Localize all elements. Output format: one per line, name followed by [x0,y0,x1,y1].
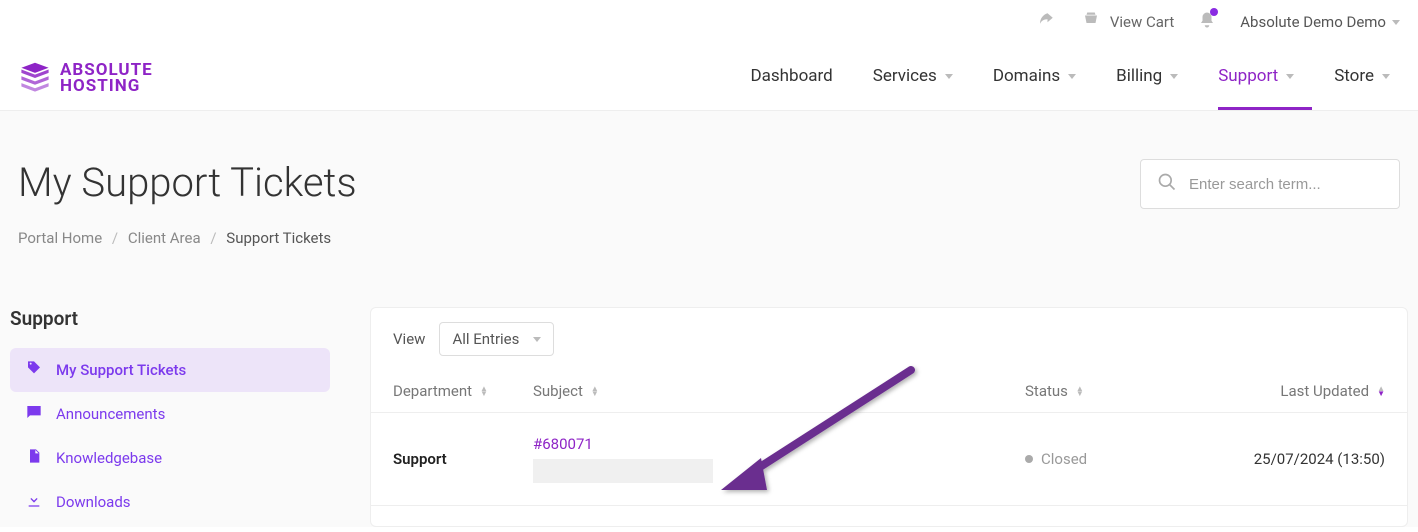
chat-icon [26,404,42,424]
chevron-down-icon [945,74,953,79]
main-navbar: ABSOLUTE HOSTING Dashboard Services Doma… [0,40,1418,111]
view-label: View [393,330,425,348]
page-title: My Support Tickets [18,159,357,206]
breadcrumb-client[interactable]: Client Area [128,229,201,247]
content-area: Support My Support Tickets Announcements… [0,277,1418,527]
col-department[interactable]: Department ▲▼ [393,382,533,400]
sidebar-item-downloads[interactable]: Downloads [10,480,330,524]
col-updated[interactable]: Last Updated ▲▼ [1195,382,1385,400]
share-icon[interactable] [1036,11,1056,33]
nav-store[interactable]: Store [1334,46,1390,110]
chevron-down-icon [533,337,541,342]
sidebar-item-tickets[interactable]: My Support Tickets [10,348,330,392]
sidebar-heading: Support [10,307,330,330]
table-row[interactable]: Support #680071 Closed 25/07/2024 (13:50… [371,413,1407,506]
sort-icon: ▲▼ [1377,386,1385,396]
nav-billing[interactable]: Billing [1116,46,1178,110]
user-menu[interactable]: Absolute Demo Demo [1240,13,1400,31]
tag-icon [26,360,42,380]
sidebar: Support My Support Tickets Announcements… [10,307,330,527]
sort-icon: ▲▼ [1076,386,1084,396]
cell-status: Closed [1025,450,1195,468]
search-icon [1157,172,1177,196]
tickets-panel: View All Entries Department ▲▼ Subject ▲… [370,307,1408,527]
chevron-down-icon [1068,74,1076,79]
view-select-value: All Entries [452,330,519,348]
sidebar-item-label: My Support Tickets [56,361,186,379]
file-icon [26,448,42,468]
cart-label: View Cart [1110,13,1174,31]
chevron-down-icon [1286,74,1294,79]
user-name: Absolute Demo Demo [1240,13,1386,31]
ticket-id[interactable]: #680071 [533,435,713,453]
notifications-button[interactable] [1198,10,1216,34]
chevron-down-icon [1392,20,1400,25]
sidebar-item-announcements[interactable]: Announcements [10,392,330,436]
nav-support[interactable]: Support [1218,46,1294,110]
view-filter-row: View All Entries [371,308,1407,370]
sort-icon: ▲▼ [591,386,599,396]
brand-logo[interactable]: ABSOLUTE HOSTING [18,61,153,95]
status-dot-icon [1025,455,1033,463]
top-utility-bar: View Cart Absolute Demo Demo [0,0,1418,40]
col-status[interactable]: Status ▲▼ [1025,382,1195,400]
cell-subject: #680071 [533,435,1025,483]
sidebar-item-knowledgebase[interactable]: Knowledgebase [10,436,330,480]
view-cart-link[interactable]: View Cart [1080,11,1174,33]
breadcrumb-home[interactable]: Portal Home [18,229,102,247]
nav-dashboard[interactable]: Dashboard [751,46,833,110]
search-box[interactable] [1140,159,1400,209]
breadcrumb-current: Support Tickets [226,229,331,247]
download-icon [26,492,42,512]
logo-icon [18,61,52,95]
nav-domains[interactable]: Domains [993,46,1076,110]
sort-icon: ▲▼ [480,386,488,396]
sidebar-item-label: Knowledgebase [56,449,162,467]
table-header: Department ▲▼ Subject ▲▼ Status ▲▼ Last … [371,370,1407,413]
search-input[interactable] [1189,176,1383,193]
logo-line2: HOSTING [60,78,153,94]
status-text: Closed [1041,450,1087,468]
sidebar-item-label: Announcements [56,405,165,423]
nav-services[interactable]: Services [873,46,953,110]
ticket-subject-redacted [533,459,713,483]
page-header-area: My Support Tickets Portal Home / Client … [0,111,1418,277]
notification-dot [1210,8,1218,16]
cart-icon [1080,11,1102,33]
breadcrumb: Portal Home / Client Area / Support Tick… [18,229,1400,247]
cell-department: Support [393,450,533,468]
view-select[interactable]: All Entries [439,322,554,356]
col-subject[interactable]: Subject ▲▼ [533,382,1025,400]
chevron-down-icon [1382,74,1390,79]
cell-updated: 25/07/2024 (13:50) [1195,450,1385,468]
chevron-down-icon [1170,74,1178,79]
sidebar-item-label: Downloads [56,493,131,511]
